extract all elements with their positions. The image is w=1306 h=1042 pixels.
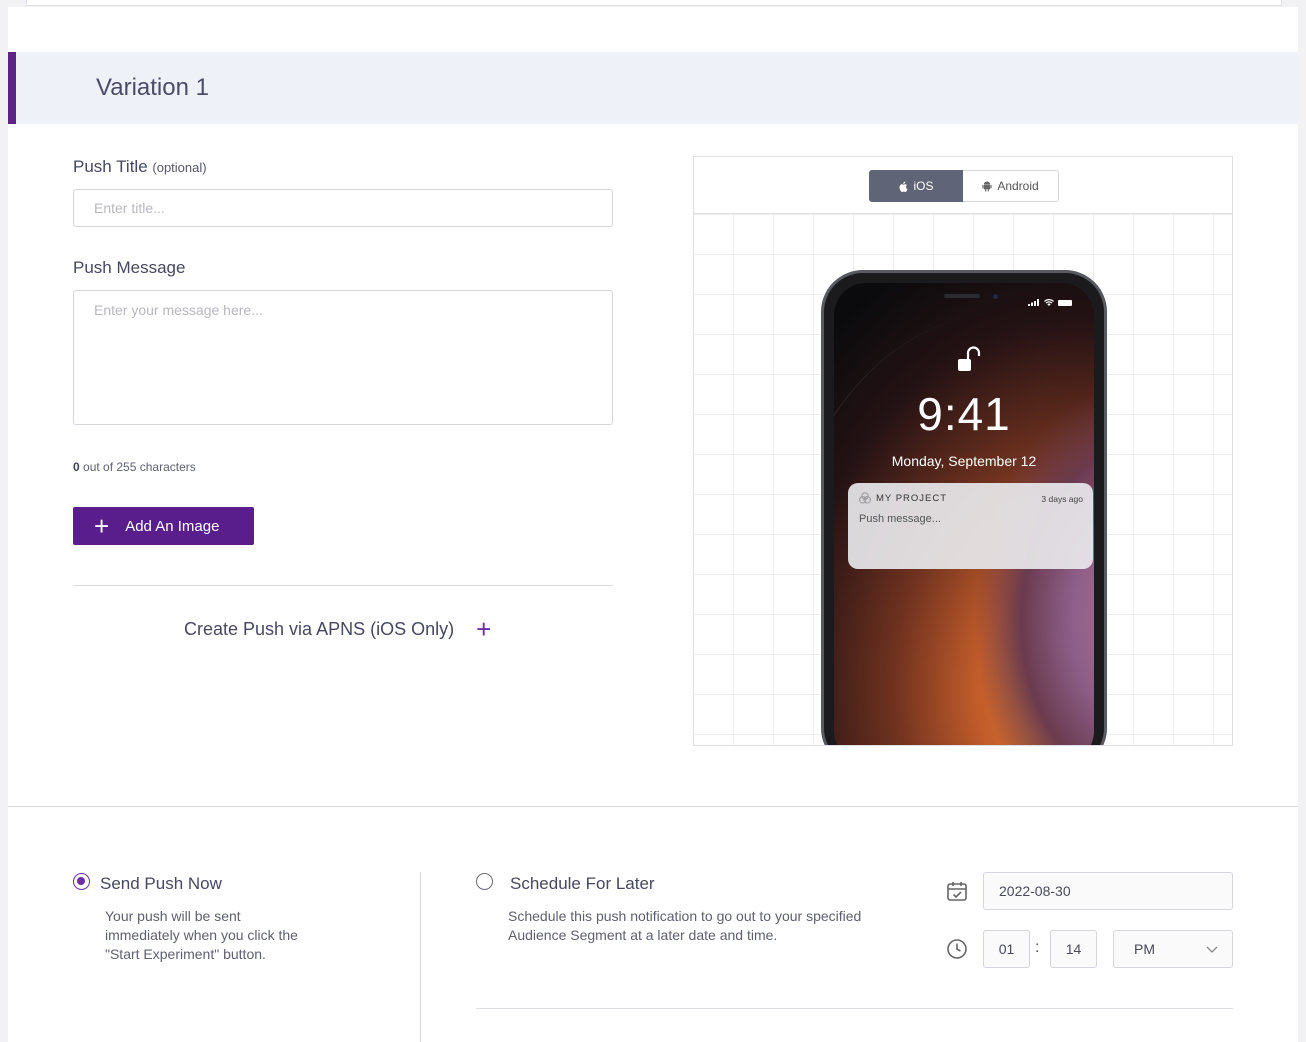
calendar-icon [947,882,967,901]
device-preview: iOS Android 9:41 Monday, September 12 MY… [693,156,1233,746]
schedule-later-label[interactable]: Schedule For Later [510,874,655,894]
chevron-down-icon [1206,946,1218,953]
notification-message: Push message... [859,513,941,525]
tab-ios[interactable]: iOS [869,170,963,202]
battery-icon [1058,299,1072,306]
time-separator: : [1035,939,1040,956]
push-message-textarea[interactable]: Enter your message here... [73,290,613,425]
schedule-later-description: Schedule this push notification to go ou… [508,908,862,943]
notification-time: 3 days ago [1041,494,1083,504]
char-count-value: 0 [73,460,80,474]
apns-label: Create Push via APNS (iOS Only) [184,618,455,639]
optional-hint: (optional) [152,160,207,175]
platform-segmented-control: iOS Android [869,170,1059,202]
send-now-description: Your push will be sent immediately when … [105,908,298,962]
platform-toggle-bar: iOS Android [694,157,1232,214]
push-message-label: Push Message [73,258,186,277]
plus-icon[interactable]: + [476,616,491,642]
send-now-label[interactable]: Send Push Now [100,874,222,894]
status-bar [1028,299,1072,306]
tab-android[interactable]: Android [963,170,1059,202]
app-icon [859,492,871,504]
add-image-label: Add An Image [125,517,220,535]
schedule-date-input[interactable]: 2022-08-30 [983,872,1233,910]
signal-icon [1028,299,1039,306]
send-now-radio[interactable] [73,873,90,890]
push-title-input[interactable]: Enter title... [73,189,613,227]
top-strip [26,0,1282,6]
ampm-value: PM [1134,941,1155,957]
hour-input[interactable]: 01 [983,930,1030,968]
ampm-select[interactable]: PM [1113,930,1233,968]
push-title-label-text: Push Title [73,157,148,176]
plus-icon: + [94,511,110,541]
push-title-label: Push Title (optional) [73,157,207,177]
speaker-notch [944,294,980,298]
variation-title: Variation 1 [96,74,209,101]
apple-icon [900,181,908,192]
variation-header: Variation 1 [8,52,1298,124]
character-counter: 0 out of 255 characters [73,460,196,474]
minute-input[interactable]: 14 [1050,930,1097,968]
divider [73,585,613,586]
clock-icon [947,939,967,959]
tab-android-label: Android [997,179,1039,193]
lock-time: 9:41 [917,388,1011,440]
android-icon [982,181,992,192]
wifi-icon [1044,299,1054,306]
vertical-divider [420,872,421,1042]
section-divider [8,806,1298,807]
lock-date: Monday, September 12 [891,453,1037,469]
char-count-suffix: out of 255 characters [79,460,196,474]
camera-dot [993,294,998,299]
add-image-button[interactable]: + Add An Image [73,507,254,545]
apns-toggle[interactable]: Create Push via APNS (iOS Only) + [184,616,491,642]
notification-card: MY PROJECT 3 days ago Push message... [848,483,1093,569]
lock-screen: 9:41 Monday, September 12 MY PROJECT 3 d… [834,283,1094,745]
schedule-divider [476,1008,1233,1009]
lock-icon [958,346,981,371]
notification-app-name: MY PROJECT [876,493,948,504]
iphone-mockup: 9:41 Monday, September 12 MY PROJECT 3 d… [821,270,1107,745]
tab-ios-label: iOS [913,179,934,193]
schedule-later-radio[interactable] [476,873,493,890]
